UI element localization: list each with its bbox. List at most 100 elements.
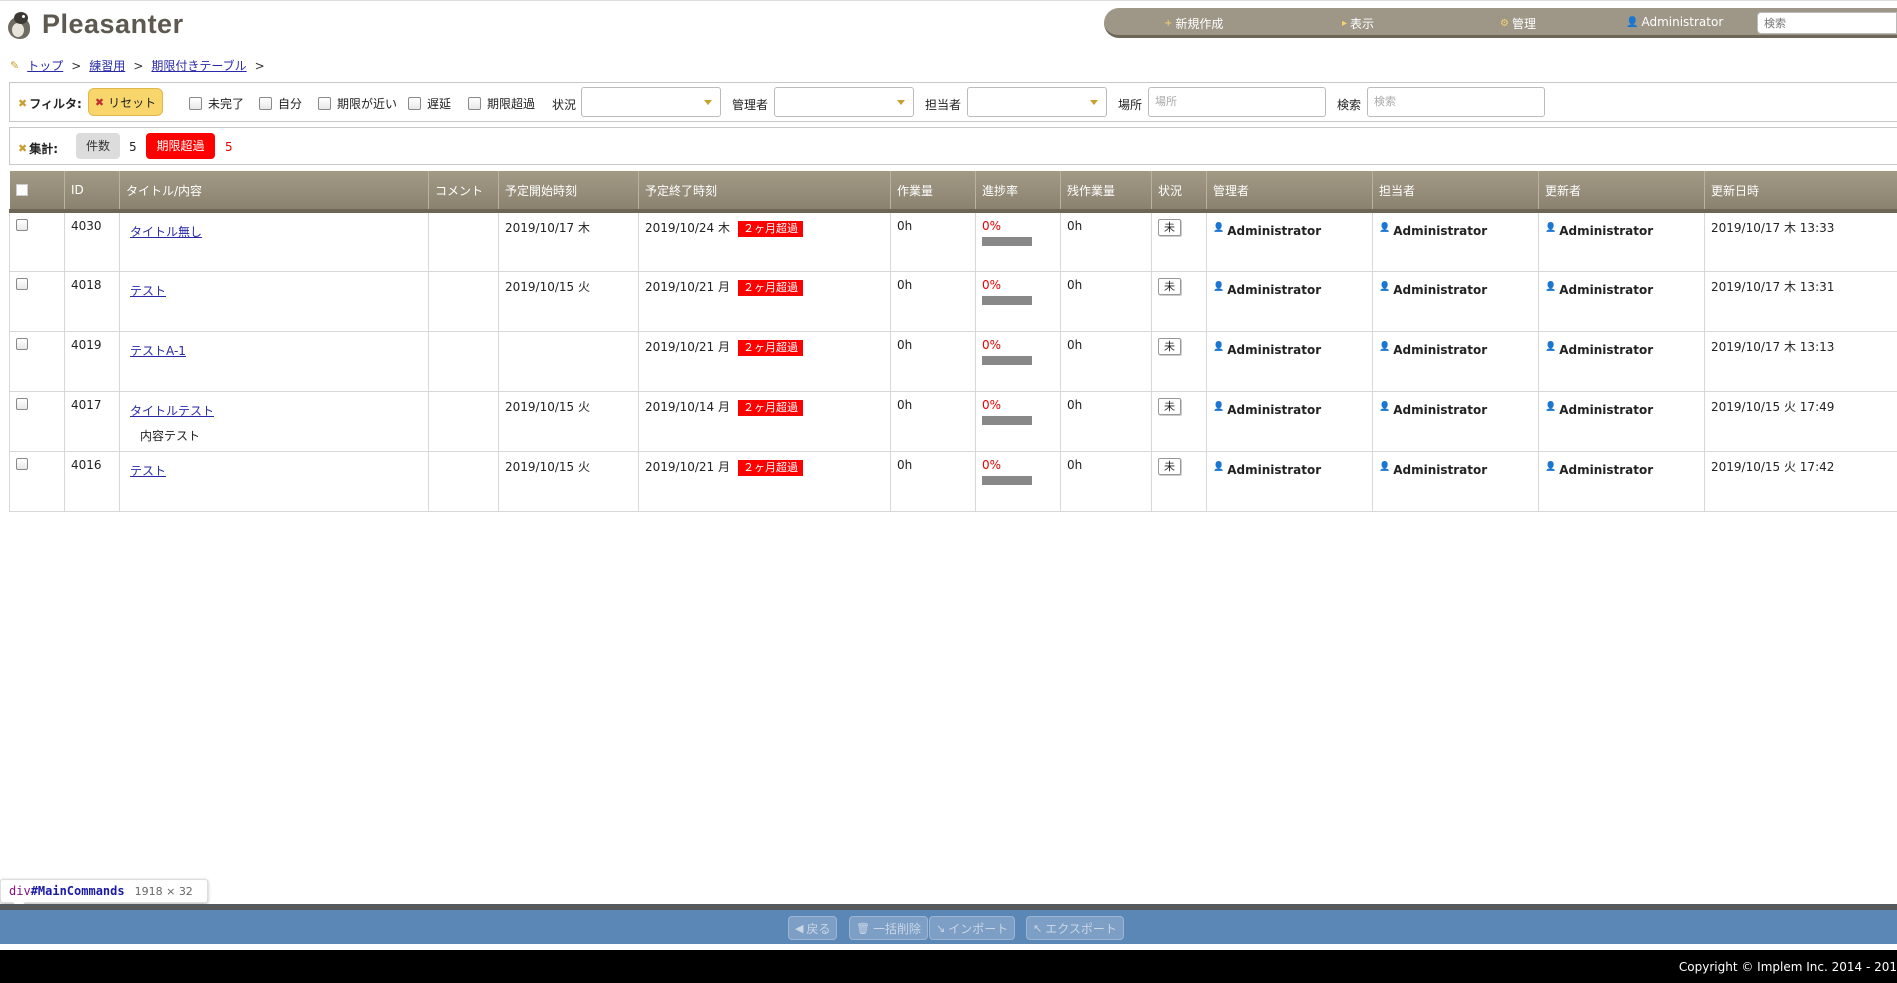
nav-new-button[interactable]: + 新規作成	[1164, 15, 1223, 32]
checkbox-box[interactable]	[318, 97, 331, 110]
checkbox-box[interactable]	[189, 97, 202, 110]
cell-id: 4019	[64, 331, 120, 392]
cell-id: 4018	[64, 271, 120, 332]
nav-view-menu[interactable]: ▸ 表示	[1342, 15, 1374, 32]
filter-self-checkbox[interactable]: 自分	[259, 95, 302, 112]
updater-name: Administrator	[1559, 282, 1654, 297]
col-header-title[interactable]: タイトル/内容	[119, 171, 429, 213]
col-header-id[interactable]: ID	[64, 171, 120, 213]
breadcrumb-table[interactable]: 期限付きテーブル	[151, 57, 246, 74]
cell-id: 4030	[64, 211, 120, 272]
row-checkbox[interactable]	[16, 277, 28, 290]
select-all-checkbox[interactable]	[15, 183, 28, 196]
filter-manager-select[interactable]	[774, 87, 914, 117]
row-checkbox[interactable]	[16, 397, 28, 410]
manager-user: 👤 Administrator	[1213, 282, 1321, 297]
cell-manager: 👤 Administrator	[1206, 331, 1373, 392]
row-checkbox[interactable]	[16, 337, 28, 350]
export-label: エクスポート	[1045, 921, 1117, 936]
user-icon: 👤	[1545, 341, 1557, 352]
cell-status: 未	[1151, 391, 1207, 452]
cell-title: タイトルテスト 内容テスト	[119, 391, 429, 452]
row-select-cell[interactable]	[9, 211, 65, 272]
import-button[interactable]: ↘ インポート	[929, 916, 1016, 940]
nav-user-menu[interactable]: 👤 Administrator	[1626, 15, 1723, 29]
pin-icon: ✎	[10, 59, 20, 72]
export-button[interactable]: ↖ エクスポート	[1026, 916, 1124, 940]
col-header-owner[interactable]: 担当者	[1372, 171, 1539, 213]
filter-reset-button[interactable]: ✖ リセット	[88, 88, 163, 116]
bulk-delete-button[interactable]: 🗑 一括削除	[849, 916, 928, 940]
nav-admin-menu[interactable]: ⚙ 管理	[1500, 15, 1536, 32]
record-title-link[interactable]: タイトル無し	[130, 223, 202, 240]
checkbox-box[interactable]	[259, 97, 272, 110]
table-row[interactable]: 4016 テスト 2019/10/15 火 2019/10/21 月 ２ヶ月超過 0h 0%…	[9, 451, 1897, 512]
summary-toggle[interactable]: ✖ 集計:	[18, 140, 58, 157]
cell-end: 2019/10/21 月 ２ヶ月超過	[638, 331, 891, 392]
col-header-updated[interactable]: 更新日時	[1704, 171, 1897, 213]
back-button[interactable]: ◀ 戻る	[788, 916, 838, 940]
filter-owner-select[interactable]	[967, 87, 1107, 117]
table-row[interactable]: 4019 テストA-1 2019/10/21 月 ２ヶ月超過 0h 0% 0h 未 👤 Admin…	[9, 331, 1897, 392]
row-select-cell[interactable]	[9, 391, 65, 452]
global-search-input[interactable]	[1757, 12, 1897, 34]
filter-status-select[interactable]	[581, 87, 721, 117]
col-header-remaining[interactable]: 残作業量	[1060, 171, 1152, 213]
owner-name: Administrator	[1393, 402, 1488, 417]
col-header-progress[interactable]: 進捗率	[975, 171, 1061, 213]
table-row[interactable]: 4017 タイトルテスト 内容テスト 2019/10/15 火 2019/10/14 月…	[9, 391, 1897, 452]
col-header-updater[interactable]: 更新者	[1538, 171, 1705, 213]
updater-name: Administrator	[1559, 342, 1654, 357]
filter-search-input[interactable]: 検索	[1367, 87, 1545, 117]
filter-near-due-checkbox[interactable]: 期限が近い	[318, 95, 397, 112]
filter-location-input[interactable]: 場所	[1148, 87, 1326, 117]
cell-updated: 2019/10/17 木 13:31	[1704, 271, 1897, 332]
table-row[interactable]: 4018 テスト 2019/10/15 火 2019/10/21 月 ２ヶ月超過 0h 0%…	[9, 271, 1897, 332]
filter-incomplete-checkbox[interactable]: 未完了	[189, 95, 244, 112]
record-title-link[interactable]: テストA-1	[130, 342, 186, 359]
app-header: Pleasanter + 新規作成 ▸ 表示 ⚙ 管理 👤 Administra…	[0, 0, 1897, 46]
col-header-comment[interactable]: コメント	[428, 171, 499, 213]
col-header-manager[interactable]: 管理者	[1206, 171, 1373, 213]
summary-bar: ✖ 集計: 件数 5 期限超過 5	[9, 127, 1897, 165]
row-checkbox[interactable]	[16, 457, 28, 470]
checkbox-box[interactable]	[468, 97, 481, 110]
filter-toggle[interactable]: ✖ フィルタ:	[18, 95, 82, 112]
cell-start: 2019/10/15 火	[498, 271, 639, 332]
filter-delay-checkbox[interactable]: 遅延	[408, 95, 451, 112]
breadcrumb-top[interactable]: トップ	[27, 57, 63, 74]
cell-status: 未	[1151, 331, 1207, 392]
cell-manager: 👤 Administrator	[1206, 211, 1373, 272]
col-header-work[interactable]: 作業量	[890, 171, 976, 213]
caret-right-icon: ▸	[1342, 18, 1348, 29]
cell-updated: 2019/10/17 木 13:13	[1704, 331, 1897, 392]
app-logo[interactable]: Pleasanter	[6, 9, 184, 40]
col-header-end[interactable]: 予定終了時刻	[638, 171, 891, 213]
progress-text: 0%	[982, 219, 1002, 233]
row-checkbox[interactable]	[16, 219, 28, 231]
filter-overdue-checkbox[interactable]: 期限超過	[468, 95, 535, 112]
row-select-cell[interactable]	[9, 451, 65, 512]
record-title-link[interactable]: タイトルテスト	[130, 402, 214, 419]
status-badge: 未	[1158, 397, 1181, 415]
record-title-link[interactable]: テスト	[130, 282, 166, 299]
updater-user: 👤 Administrator	[1545, 462, 1653, 477]
select-all-cell[interactable]	[9, 171, 65, 213]
row-select-cell[interactable]	[9, 271, 65, 332]
user-icon: 👤	[1379, 223, 1391, 233]
row-select-cell[interactable]	[9, 331, 65, 392]
col-header-status[interactable]: 状況	[1151, 171, 1207, 213]
table-row[interactable]: 4030 タイトル無し 2019/10/17 木 2019/10/24 木 ２ヶ月超過 0…	[9, 211, 1897, 272]
user-icon: 👤	[1213, 223, 1225, 233]
filter-reset-label: リセット	[108, 95, 157, 110]
cell-title: タイトル無し	[119, 211, 429, 272]
filter-incomplete-label: 未完了	[208, 97, 245, 111]
manager-user: 👤 Administrator	[1213, 342, 1321, 357]
filter-search-label: 検索	[1337, 98, 1362, 112]
checkbox-box[interactable]	[408, 97, 421, 110]
record-title-link[interactable]: テスト	[130, 462, 166, 479]
filter-status-label: 状況	[552, 98, 577, 112]
status-badge: 未	[1158, 277, 1181, 295]
breadcrumb-practice[interactable]: 練習用	[89, 57, 125, 74]
col-header-start[interactable]: 予定開始時刻	[498, 171, 639, 213]
